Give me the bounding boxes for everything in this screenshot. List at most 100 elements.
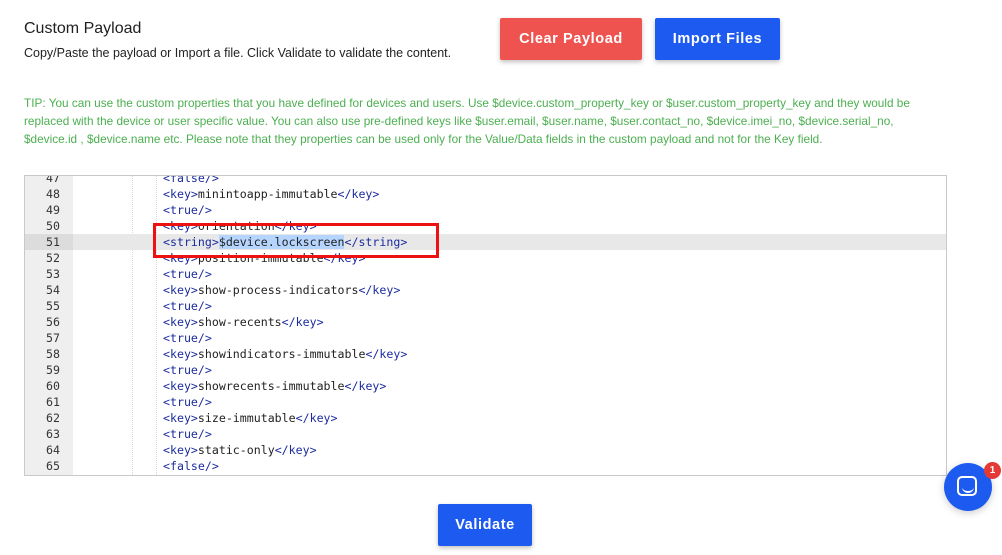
import-files-button[interactable]: Import Files bbox=[655, 18, 780, 60]
xml-text: show-process-indicators bbox=[197, 283, 359, 297]
code-line[interactable]: 53 <true/> bbox=[25, 266, 946, 282]
tip-text: TIP: You can use the custom properties t… bbox=[24, 96, 910, 146]
code-line[interactable]: 64 <key>static-only</key> bbox=[25, 442, 946, 458]
xml-open-tag: <true/> bbox=[163, 203, 212, 217]
xml-text: static-only bbox=[197, 443, 275, 457]
code-line[interactable]: 62 <key>size-immutable</key> bbox=[25, 410, 946, 426]
code-content: <true/> bbox=[163, 362, 212, 378]
line-number: 60 bbox=[46, 379, 60, 393]
xml-text: orientation bbox=[197, 219, 275, 233]
code-line[interactable]: 60 <key>showrecents-immutable</key> bbox=[25, 378, 946, 394]
code-content: <true/> bbox=[163, 394, 212, 410]
code-line[interactable]: 49 <true/> bbox=[25, 202, 946, 218]
code-content: <key>minintoapp-immutable</key> bbox=[163, 186, 379, 202]
xml-open-tag: <key> bbox=[163, 283, 198, 297]
xml-open-tag: <key> bbox=[163, 411, 198, 425]
code-line[interactable]: 55 <true/> bbox=[25, 298, 946, 314]
xml-open-tag: <key> bbox=[163, 187, 198, 201]
line-number: 57 bbox=[46, 331, 60, 345]
code-content: <key>size-immutable</key> bbox=[163, 410, 338, 426]
code-content: <key>show-recents</key> bbox=[163, 314, 324, 330]
xml-close-tag: </key> bbox=[358, 283, 401, 297]
xml-open-tag: <true/> bbox=[163, 299, 212, 313]
code-content: <true/> bbox=[163, 202, 212, 218]
code-lines: 47 <false/> 48 <key>minintoapp-immutable</k… bbox=[25, 175, 946, 474]
line-number: 54 bbox=[46, 283, 60, 297]
xml-open-tag: <false/> bbox=[163, 459, 219, 473]
payload-code-editor[interactable]: 47 <false/> 48 <key>minintoapp-immutable</k… bbox=[24, 175, 947, 476]
code-content: <true/> bbox=[163, 426, 212, 442]
code-content: <true/> bbox=[163, 266, 212, 282]
line-number: 48 bbox=[46, 187, 60, 201]
xml-open-tag: <key> bbox=[163, 347, 198, 361]
xml-open-tag: <true/> bbox=[163, 267, 212, 281]
page-subtitle: Copy/Paste the payload or Import a file.… bbox=[24, 46, 452, 60]
xml-text: showrecents-immutable bbox=[197, 379, 345, 393]
xml-close-tag: </key> bbox=[365, 347, 408, 361]
code-content: <key>showrecents-immutable</key> bbox=[163, 378, 386, 394]
line-number: 62 bbox=[46, 411, 60, 425]
code-line[interactable]: 57 <true/> bbox=[25, 330, 946, 346]
line-number: 56 bbox=[46, 315, 60, 329]
xml-close-tag: </key> bbox=[281, 315, 324, 329]
xml-open-tag: <key> bbox=[163, 315, 198, 329]
xml-open-tag: <false/> bbox=[163, 175, 219, 185]
code-content: <true/> bbox=[163, 330, 212, 346]
code-line[interactable]: 50 <key>orientation</key> bbox=[25, 218, 946, 234]
xml-close-tag: </key> bbox=[323, 251, 366, 265]
xml-text: $device.lockscreen bbox=[218, 235, 345, 249]
xml-open-tag: <true/> bbox=[163, 395, 212, 409]
code-content: <key>orientation</key> bbox=[163, 218, 317, 234]
xml-open-tag: <string> bbox=[163, 235, 219, 249]
code-line[interactable]: 59 <true/> bbox=[25, 362, 946, 378]
code-content: <key>static-only</key> bbox=[163, 442, 317, 458]
line-number: 53 bbox=[46, 267, 60, 281]
code-content: <key>position-immutable</key> bbox=[163, 250, 365, 266]
code-line[interactable]: 61 <true/> bbox=[25, 394, 946, 410]
code-line[interactable]: 56 <key>show-recents</key> bbox=[25, 314, 946, 330]
code-line[interactable]: 47 <false/> bbox=[25, 175, 946, 186]
xml-close-tag: </key> bbox=[274, 219, 317, 233]
line-number: 51 bbox=[25, 234, 73, 250]
code-line[interactable]: 51 <string>$device.lockscreen</string> bbox=[25, 234, 946, 250]
xml-close-tag: </key> bbox=[295, 411, 338, 425]
xml-open-tag: <true/> bbox=[163, 427, 212, 441]
code-line[interactable]: 63 <true/> bbox=[25, 426, 946, 442]
line-number: 58 bbox=[46, 347, 60, 361]
code-content: <true/> bbox=[163, 298, 212, 314]
xml-open-tag: <true/> bbox=[163, 331, 212, 345]
line-number: 61 bbox=[46, 395, 60, 409]
validate-button[interactable]: Validate bbox=[438, 504, 532, 546]
xml-close-tag: </string> bbox=[344, 235, 408, 249]
xml-text: showindicators-immutable bbox=[197, 347, 366, 361]
line-number: 50 bbox=[46, 219, 60, 233]
code-line[interactable]: 58 <key>showindicators-immutable</key> bbox=[25, 346, 946, 362]
line-number: 63 bbox=[46, 427, 60, 441]
code-content: <false/> bbox=[163, 458, 219, 474]
line-number: 52 bbox=[46, 251, 60, 265]
code-line[interactable]: 54 <key>show-process-indicators</key> bbox=[25, 282, 946, 298]
code-content: <key>showindicators-immutable</key> bbox=[163, 346, 407, 362]
xml-close-tag: </key> bbox=[344, 379, 387, 393]
xml-open-tag: <key> bbox=[163, 379, 198, 393]
clear-payload-button[interactable]: Clear Payload bbox=[500, 18, 642, 60]
xml-open-tag: <key> bbox=[163, 251, 198, 265]
code-content: <string>$device.lockscreen</string> bbox=[163, 234, 407, 250]
xml-text: size-immutable bbox=[197, 411, 296, 425]
line-number: 65 bbox=[46, 459, 60, 473]
xml-open-tag: <true/> bbox=[163, 363, 212, 377]
code-content: <false/> bbox=[163, 175, 219, 186]
code-line[interactable]: 65 <false/> bbox=[25, 458, 946, 474]
page-title: Custom Payload bbox=[24, 20, 142, 37]
line-number: 55 bbox=[46, 299, 60, 313]
code-line[interactable]: 48 <key>minintoapp-immutable</key> bbox=[25, 186, 946, 202]
xml-close-tag: </key> bbox=[274, 443, 317, 457]
xml-text: minintoapp-immutable bbox=[197, 187, 338, 201]
line-number: 59 bbox=[46, 363, 60, 377]
chat-bubble-icon bbox=[957, 476, 977, 496]
code-line[interactable]: 52 <key>position-immutable</key> bbox=[25, 250, 946, 266]
notification-badge: 1 bbox=[984, 462, 1001, 479]
xml-open-tag: <key> bbox=[163, 443, 198, 457]
line-number: 47 bbox=[46, 175, 60, 185]
line-number: 64 bbox=[46, 443, 60, 457]
